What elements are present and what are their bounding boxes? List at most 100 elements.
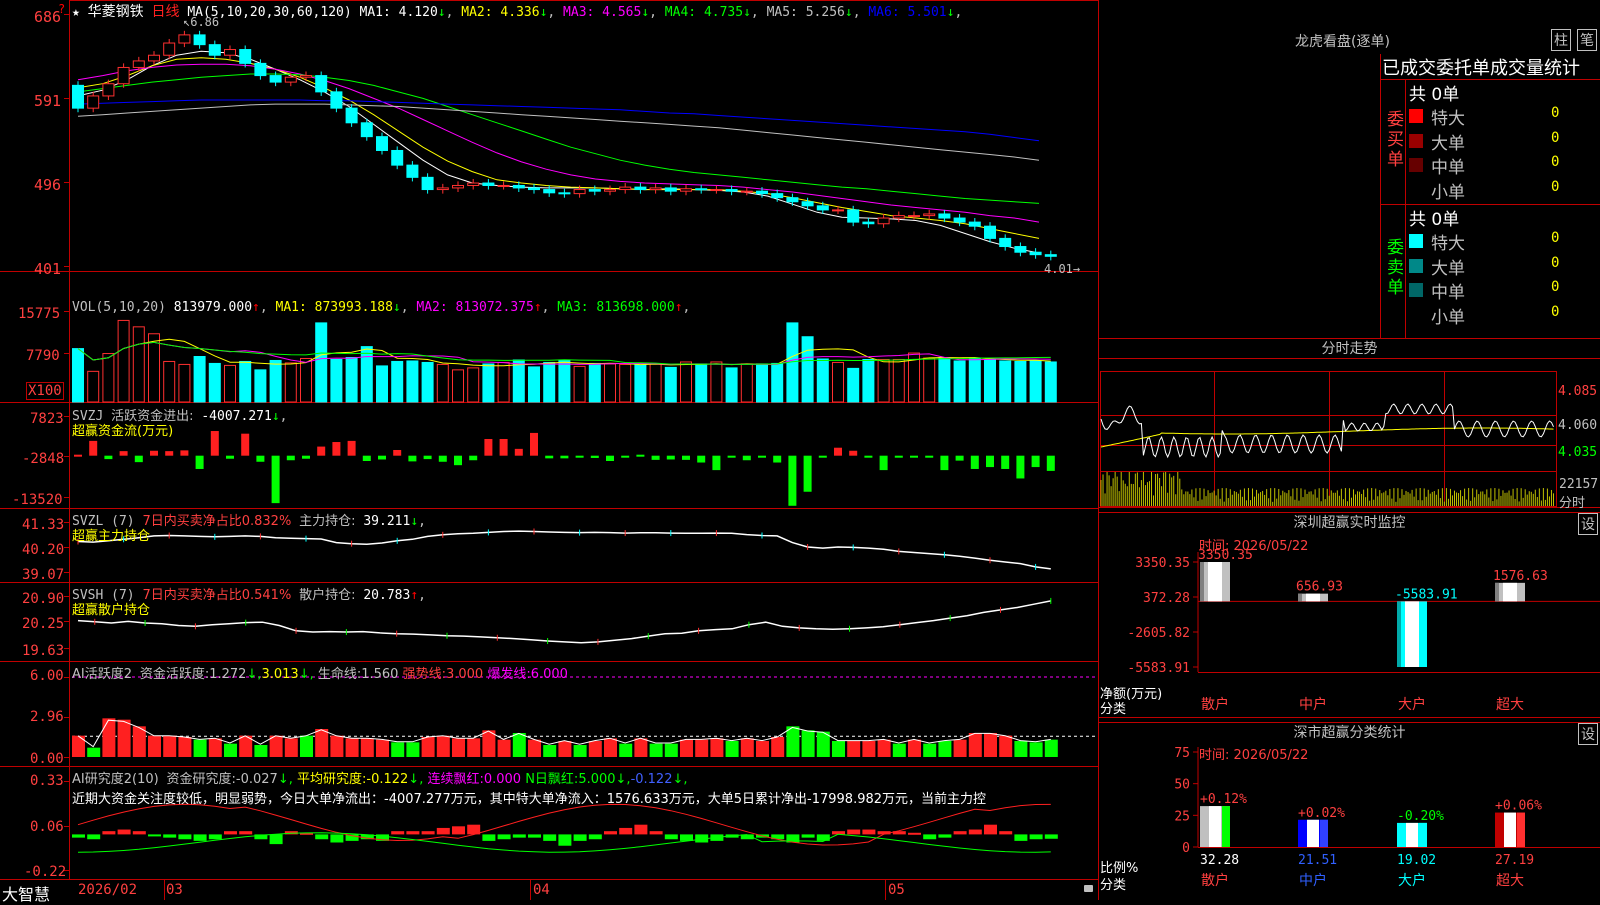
ai1-bar (178, 737, 192, 757)
ai2-bar (102, 831, 116, 835)
svzj-bar (514, 448, 523, 456)
ai2-bar (436, 827, 450, 835)
svzj-bar (1016, 455, 1025, 479)
ai2-bar (588, 834, 602, 840)
candle-body (558, 192, 571, 195)
candle-body (467, 182, 480, 186)
sell-row-小单: 小单00% (1405, 303, 1600, 328)
candle-body (634, 186, 647, 191)
volume-bars (72, 319, 1057, 403)
class-change-label: +0.12% (1200, 792, 1247, 807)
volume-bar (497, 361, 510, 403)
intraday-average-line (1100, 427, 1554, 448)
svzl-polyline (77, 530, 1051, 570)
ai1-bar (984, 733, 997, 757)
candle-body (72, 84, 84, 109)
ai1-bar (649, 743, 663, 757)
svsh-polyline (77, 600, 1051, 644)
svzj-bar (302, 455, 310, 459)
svzj-bar (666, 455, 675, 460)
svzj-bar (332, 442, 341, 456)
row-value: 0 (1551, 303, 1560, 320)
ai2-bar (72, 834, 85, 838)
monitor-category-label: 散户 (1201, 696, 1229, 713)
ai2-bar (512, 834, 526, 838)
ai2-bar (801, 834, 815, 838)
svzj-bar (849, 450, 858, 456)
monitor-bar-label: 3350.35 (1198, 548, 1253, 563)
row-label: 特大 (1431, 234, 1465, 254)
ai2-bar (87, 834, 101, 840)
volume-bar (847, 367, 860, 403)
svzj-bar (1031, 455, 1040, 468)
ai2-bar (816, 834, 830, 841)
svzj-bar (788, 455, 797, 506)
candle-body (117, 66, 130, 85)
intraday-tick-3: 4.035 (1558, 445, 1598, 460)
sz-monitor-xlabel: 分类 (1100, 702, 1127, 717)
candle-body (680, 188, 692, 192)
monitor-category-label: 中户 (1299, 696, 1327, 713)
buy-row-大单: 大单00% (1405, 129, 1600, 154)
class-tick-label: 75 (1174, 746, 1190, 761)
ai2-bar (680, 834, 693, 841)
ai2-bar (239, 831, 253, 835)
ai2-bar (193, 834, 207, 841)
volume-bar (148, 333, 160, 403)
ai2-bar (984, 824, 997, 835)
color-swatch (1409, 158, 1423, 172)
intraday-chart[interactable] (1099, 359, 1600, 507)
svzj-bar (241, 433, 250, 456)
candle-body (360, 122, 373, 138)
candle-body (816, 205, 829, 211)
ai1-bar (588, 741, 602, 757)
candle-body (102, 83, 115, 97)
ai1-bar (132, 726, 146, 757)
ai1-bar (634, 738, 648, 757)
ai1-bar (801, 730, 815, 757)
svzj-bar (484, 438, 493, 456)
color-swatch (1409, 283, 1423, 297)
candle-body (284, 76, 297, 83)
monitor-bar-label: 656.93 (1296, 580, 1343, 595)
svzj-bar (818, 455, 827, 458)
class-change-label: -0.20% (1397, 809, 1444, 824)
ai1-bar (999, 735, 1013, 757)
ai2-bar (178, 834, 192, 840)
candle-body (543, 189, 556, 194)
ai1-bar (224, 743, 237, 757)
class-category-label: 中户 (1299, 872, 1327, 889)
ai1-bar (117, 719, 131, 757)
ai1-bar (436, 735, 450, 757)
main-chart-area[interactable] (0, 0, 1099, 900)
class-bar-highlight (1209, 806, 1221, 847)
svzj-bar (271, 455, 280, 504)
ai2-bar (999, 831, 1013, 835)
ai2-bars (72, 803, 1058, 853)
volume-bar (695, 363, 708, 403)
buy-side-label: 委买单 (1387, 110, 1404, 170)
ai1-bar (664, 743, 678, 757)
ai2-bar (269, 834, 283, 845)
ai1-bar (102, 718, 116, 757)
svzj-bar (499, 438, 508, 456)
volume-bar (178, 363, 191, 403)
candle-body (984, 225, 996, 239)
buy-row-小单: 小单00% (1405, 178, 1600, 203)
ma-line-MA1 (77, 50, 1040, 254)
ai1-bar (284, 738, 298, 757)
candle-body (269, 75, 282, 83)
ai1-bar (376, 739, 389, 757)
svzj-bar (378, 455, 386, 460)
class-tick-label: 25 (1174, 809, 1190, 824)
volume-bar (269, 359, 282, 403)
sell-row-特大: 特大00% (1405, 229, 1600, 254)
volume-bar (771, 362, 784, 403)
class-tick-label: 50 (1174, 778, 1190, 793)
intraday-vol-tick: 22157 (1559, 477, 1599, 492)
ma-line-MA4 (77, 73, 1040, 204)
ai1-bar (1029, 742, 1043, 757)
candle-body (193, 34, 206, 46)
intraday-volume (1100, 472, 1554, 506)
volume-bar (892, 358, 905, 403)
